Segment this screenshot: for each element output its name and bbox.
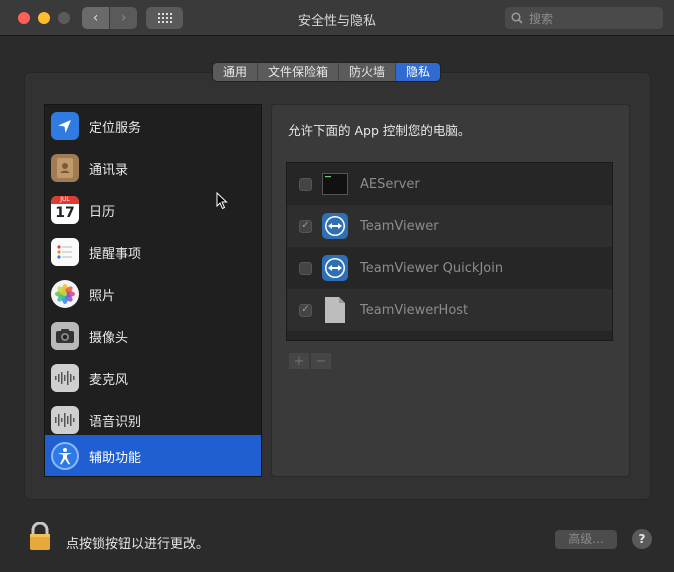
photos-icon — [51, 280, 79, 308]
app-row-teamviewer-quickjoin[interactable]: TeamViewer QuickJoin — [287, 247, 612, 289]
camera-icon — [51, 322, 79, 350]
sidebar-item-label: 语音识别 — [89, 414, 142, 430]
add-app-button[interactable]: + — [288, 352, 310, 370]
app-name: AEServer — [360, 176, 420, 192]
sidebar-item-label: 照片 — [89, 288, 116, 304]
app-checkbox[interactable] — [299, 261, 312, 275]
speech-waveform-icon — [51, 406, 79, 434]
sidebar-item-label: 定位服务 — [89, 120, 142, 136]
sidebar-item-label: 麦克风 — [89, 372, 129, 388]
lock-button[interactable] — [28, 521, 52, 556]
teamviewer-icon — [322, 213, 348, 239]
tab-bar: 通用 文件保险箱 防火墙 隐私 — [212, 62, 442, 82]
sidebar-item-accessibility[interactable]: 辅助功能 — [45, 435, 261, 476]
calendar-icon: JUL 17 — [51, 196, 79, 224]
location-arrow-icon — [51, 112, 79, 140]
app-name: TeamViewerHost — [360, 302, 469, 318]
title-bar: ‹ › 安全性与隐私 搜索 — [0, 0, 674, 36]
remove-app-button[interactable]: − — [310, 352, 332, 370]
add-remove-controls: + − — [288, 352, 332, 370]
app-checkbox[interactable]: ✓ — [299, 303, 312, 317]
help-button[interactable]: ? — [632, 529, 652, 549]
accessibility-icon — [51, 442, 79, 470]
sidebar-item-photos[interactable]: 照片 — [45, 273, 261, 315]
calendar-month-label: JUL — [51, 196, 79, 204]
search-input[interactable]: 搜索 — [505, 7, 663, 29]
tab-firewall[interactable]: 防火墙 — [339, 63, 397, 81]
app-name: TeamViewer — [360, 218, 439, 234]
app-checkbox[interactable] — [299, 177, 312, 191]
privacy-category-list: 定位服务 通讯录 JUL 17 日历 提醒事项 照片 摄像头 麦克风 语音识别 … — [44, 104, 262, 477]
sidebar-item-label: 日历 — [89, 204, 116, 220]
sidebar-item-camera[interactable]: 摄像头 — [45, 315, 261, 357]
advanced-button[interactable]: 高级... — [555, 530, 617, 549]
tab-privacy[interactable]: 隐私 — [396, 63, 441, 81]
search-placeholder: 搜索 — [529, 11, 554, 26]
generic-document-icon — [322, 297, 348, 323]
microphone-waveform-icon — [51, 364, 79, 392]
search-icon — [511, 12, 523, 24]
calendar-day-label: 17 — [55, 205, 75, 221]
sidebar-item-label: 摄像头 — [89, 330, 129, 346]
sidebar-item-location-services[interactable]: 定位服务 — [45, 105, 261, 147]
sidebar-item-label: 辅助功能 — [89, 450, 142, 466]
tab-general[interactable]: 通用 — [213, 63, 259, 81]
terminal-app-icon — [322, 171, 348, 197]
mouse-pointer-icon — [216, 191, 228, 214]
app-list: AEServer ✓ TeamViewer TeamViewer QuickJo… — [286, 162, 613, 341]
app-name: TeamViewer QuickJoin — [360, 260, 504, 276]
permissions-prompt: 允许下面的 App 控制您的电脑。 — [288, 123, 471, 138]
tab-filevault[interactable]: 文件保险箱 — [258, 63, 340, 81]
contacts-book-icon — [51, 154, 79, 182]
reminders-icon — [51, 238, 79, 266]
sidebar-item-calendars[interactable]: JUL 17 日历 — [45, 189, 261, 231]
sidebar-item-label: 提醒事项 — [89, 246, 142, 262]
app-checkbox[interactable]: ✓ — [299, 219, 312, 233]
app-row-teamviewerhost[interactable]: ✓ TeamViewerHost — [287, 289, 612, 331]
preferences-window: ‹ › 安全性与隐私 搜索 通用 文件保险箱 防火墙 隐私 定位服务 通讯录 J… — [0, 0, 674, 572]
app-row-teamviewer[interactable]: ✓ TeamViewer — [287, 205, 612, 247]
sidebar-item-reminders[interactable]: 提醒事项 — [45, 231, 261, 273]
teamviewer-icon — [322, 255, 348, 281]
sidebar-item-microphone[interactable]: 麦克风 — [45, 357, 261, 399]
lock-icon — [30, 521, 50, 550]
sidebar-item-contacts[interactable]: 通讯录 — [45, 147, 261, 189]
lock-hint-text: 点按锁按钮以进行更改。 — [66, 537, 210, 552]
app-row-aeserver[interactable]: AEServer — [287, 163, 612, 205]
sidebar-item-label: 通讯录 — [89, 162, 129, 178]
